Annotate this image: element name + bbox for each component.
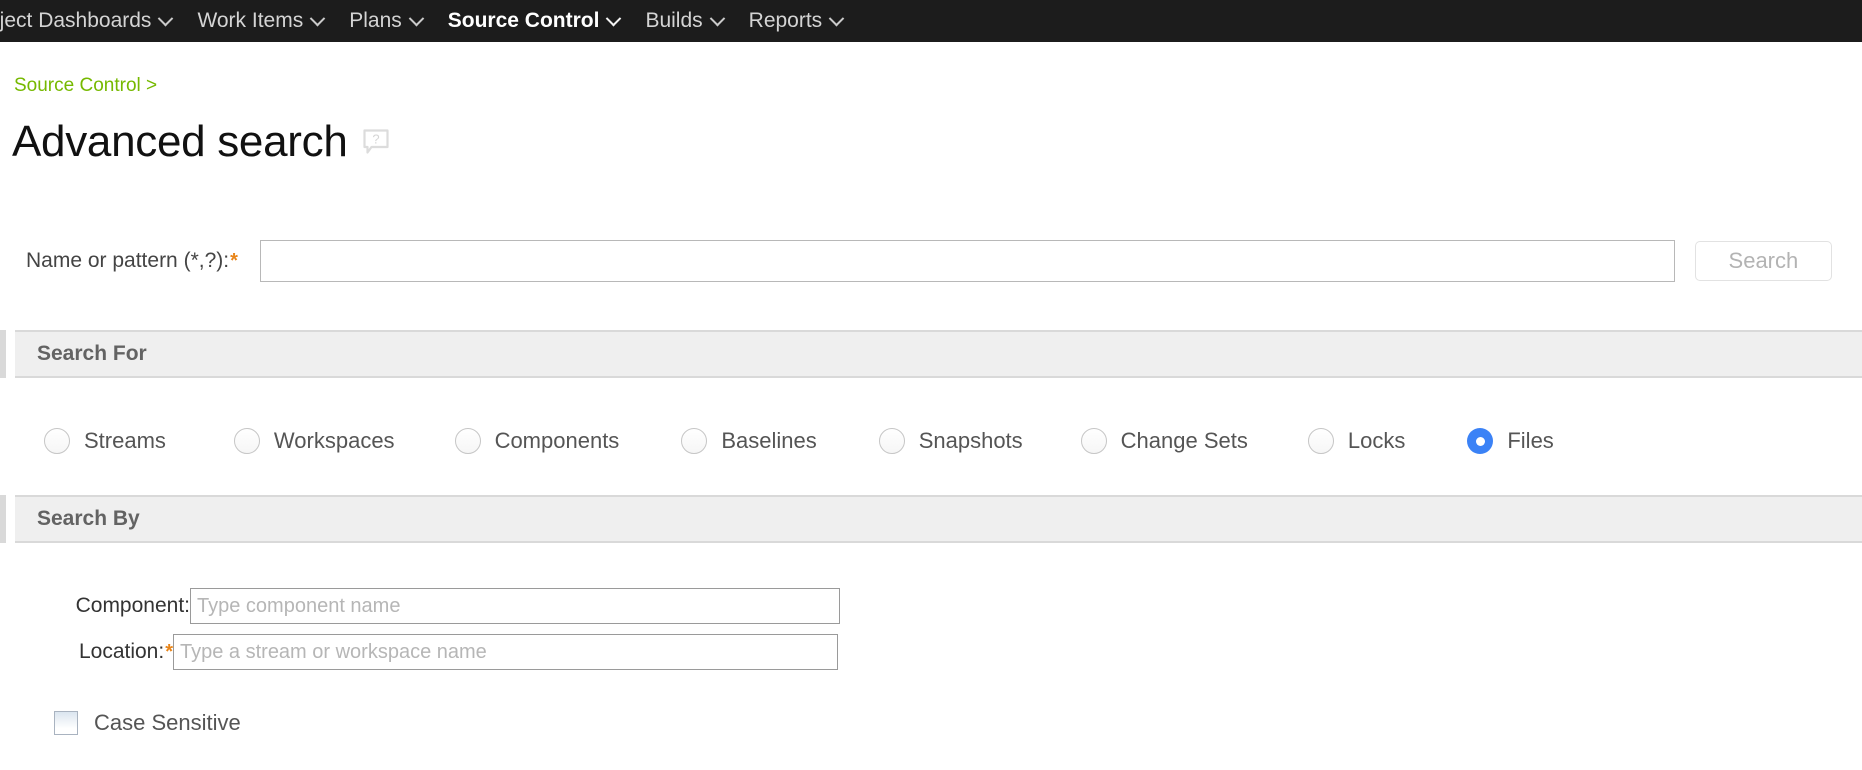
radio-icon xyxy=(454,428,481,454)
radio-option-files[interactable]: Files xyxy=(1467,428,1554,454)
nav-item-reports[interactable]: Reports xyxy=(736,0,856,42)
radio-label: Components xyxy=(494,428,620,453)
case-sensitive-row[interactable]: Case Sensitive xyxy=(0,710,241,736)
component-field-row: Component: xyxy=(0,588,840,624)
radio-label: Baselines xyxy=(721,428,817,453)
radio-label: Files xyxy=(1507,428,1554,453)
search-for-section-header: Search For xyxy=(0,330,1862,378)
radio-label: Streams xyxy=(84,428,166,453)
chevron-down-icon xyxy=(408,10,425,26)
nav-item-label: Reports xyxy=(748,9,823,32)
nav-item-label: Source Control xyxy=(447,9,600,32)
help-question-bubble-icon[interactable]: ? xyxy=(362,128,390,156)
radio-icon xyxy=(1080,428,1107,454)
name-or-pattern-input[interactable] xyxy=(259,240,1675,282)
radio-icon xyxy=(44,428,70,454)
nav-item-source-control[interactable]: Source Control xyxy=(435,0,633,42)
radio-option-streams[interactable]: Streams xyxy=(44,428,166,454)
location-field-row: Location:* xyxy=(0,634,838,670)
location-label: Location:* xyxy=(45,640,173,664)
radio-icon xyxy=(233,428,260,454)
chevron-down-icon xyxy=(828,10,845,26)
chevron-down-icon xyxy=(606,10,622,26)
chevron-down-icon xyxy=(158,10,174,26)
nav-item-project-dashboards[interactable]: oject Dashboards xyxy=(0,0,184,42)
radio-option-locks[interactable]: Locks xyxy=(1307,428,1406,454)
radio-icon xyxy=(681,428,708,454)
radio-icon xyxy=(1307,428,1334,454)
component-input[interactable] xyxy=(190,588,840,624)
required-asterisk: * xyxy=(165,641,173,663)
radio-label: Change Sets xyxy=(1120,428,1248,453)
chevron-down-icon xyxy=(709,10,725,26)
radio-icon xyxy=(878,428,905,454)
search-by-section-header: Search By xyxy=(0,495,1862,543)
radio-option-change-sets[interactable]: Change Sets xyxy=(1080,428,1248,454)
search-for-options: Streams Workspaces Components Baselines … xyxy=(0,415,1862,467)
nav-item-label: Work Items xyxy=(197,9,304,32)
top-navigation-bar: oject Dashboards Work Items Plans Source… xyxy=(0,0,1862,42)
case-sensitive-label: Case Sensitive xyxy=(94,710,241,735)
search-button[interactable]: Search xyxy=(1694,241,1832,281)
radio-label: Snapshots xyxy=(918,428,1023,453)
nav-item-plans[interactable]: Plans xyxy=(336,0,435,42)
radio-icon-selected xyxy=(1467,428,1494,454)
nav-item-label: Builds xyxy=(645,9,703,32)
case-sensitive-checkbox[interactable] xyxy=(54,711,78,735)
radio-option-workspaces[interactable]: Workspaces xyxy=(233,428,395,454)
radio-option-snapshots[interactable]: Snapshots xyxy=(878,428,1023,454)
nav-item-work-items[interactable]: Work Items xyxy=(184,0,336,42)
svg-text:?: ? xyxy=(372,132,379,147)
name-or-pattern-label: Name or pattern (*,?):* xyxy=(26,249,238,273)
component-label: Component: xyxy=(75,594,190,617)
radio-option-components[interactable]: Components xyxy=(454,428,620,454)
radio-option-baselines[interactable]: Baselines xyxy=(681,428,817,454)
location-input[interactable] xyxy=(173,634,838,670)
radio-label: Locks xyxy=(1347,428,1406,453)
chevron-down-icon xyxy=(309,10,326,26)
name-or-pattern-row: Name or pattern (*,?):* Search xyxy=(0,240,1862,282)
radio-label: Workspaces xyxy=(273,428,395,453)
page-title: Advanced search xyxy=(12,117,348,166)
breadcrumb[interactable]: Source Control > xyxy=(14,75,157,97)
section-title: Search For xyxy=(37,342,147,365)
location-label-text: Location: xyxy=(78,640,165,663)
name-or-pattern-label-text: Name or pattern (*,?): xyxy=(26,249,230,272)
nav-item-label: Plans xyxy=(349,9,402,32)
nav-item-label: oject Dashboards xyxy=(0,9,152,32)
required-asterisk: * xyxy=(230,250,238,272)
section-title: Search By xyxy=(37,507,140,530)
page-title-row: Advanced search ? xyxy=(12,120,390,164)
nav-item-builds[interactable]: Builds xyxy=(632,0,735,42)
